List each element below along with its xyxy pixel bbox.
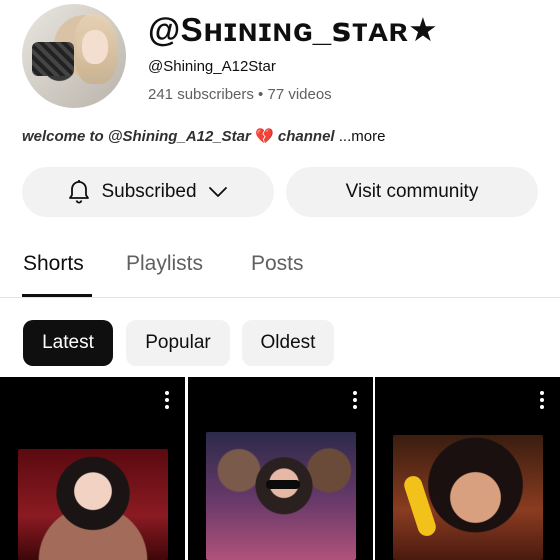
visit-community-button[interactable]: Visit community (286, 167, 538, 217)
description-text: welcome to @Shining_A12_Star (22, 128, 251, 145)
more-vert-icon[interactable] (165, 391, 169, 409)
filter-latest[interactable]: Latest (23, 320, 113, 366)
visit-community-label: Visit community (345, 181, 479, 202)
more-link[interactable]: ...more (339, 128, 386, 145)
subscribed-button[interactable]: Subscribed (22, 167, 274, 217)
avatar-bag (32, 42, 74, 76)
short-image (18, 449, 168, 560)
banana-detail (401, 473, 439, 539)
tab-posts[interactable]: Posts (251, 252, 304, 276)
channel-avatar[interactable] (22, 4, 126, 108)
channel-handle: @Shining_A12Star (148, 58, 276, 75)
tab-shorts[interactable]: Shorts (23, 252, 84, 276)
short-image (393, 435, 543, 560)
sunglasses-detail (266, 480, 300, 489)
channel-name: @Sʜɪɴɪɴɢ_ꜱᴛᴀʀ★ (148, 11, 439, 48)
subscribed-label: Subscribed (101, 181, 197, 202)
tab-playlists[interactable]: Playlists (126, 252, 203, 276)
broken-heart-emoji: 💔 (255, 128, 274, 145)
short-image (206, 432, 356, 560)
short-thumbnail[interactable] (375, 377, 560, 560)
description-tail: channel (277, 128, 335, 145)
filter-oldest[interactable]: Oldest (242, 320, 334, 366)
channel-description[interactable]: welcome to @Shining_A12_Star 💔 channel .… (22, 127, 385, 145)
filter-popular[interactable]: Popular (126, 320, 230, 366)
more-vert-icon[interactable] (353, 391, 357, 409)
avatar-face (82, 30, 108, 64)
short-thumbnail[interactable] (0, 377, 185, 560)
chevron-down-icon (207, 185, 229, 199)
channel-stats: 241 subscribers • 77 videos (148, 86, 332, 103)
bell-icon (67, 179, 91, 205)
active-tab-indicator (22, 294, 92, 297)
short-thumbnail[interactable] (188, 377, 373, 560)
more-vert-icon[interactable] (540, 391, 544, 409)
channel-tabs: Shorts Playlists Posts (0, 238, 560, 298)
